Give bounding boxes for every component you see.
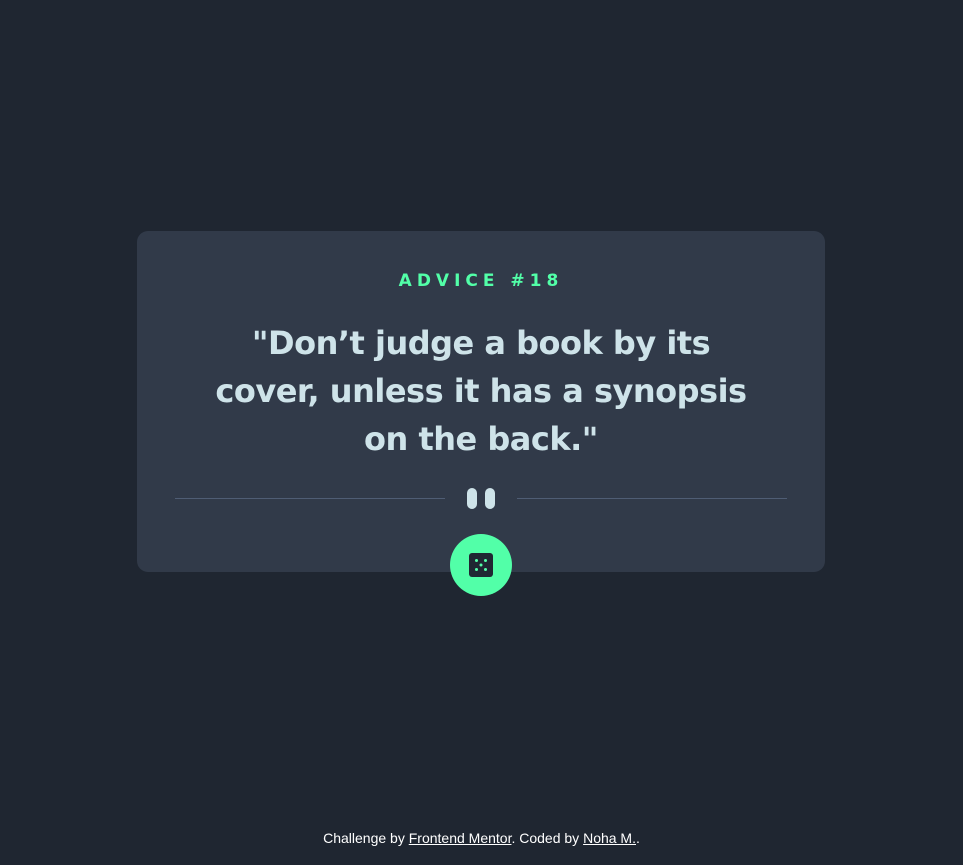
frontend-mentor-link[interactable]: Frontend Mentor	[409, 830, 512, 846]
author-link[interactable]: Noha M.	[583, 830, 636, 846]
pause-icon	[467, 488, 495, 509]
dice-icon	[469, 553, 493, 577]
advice-id: ADVICE #18	[398, 271, 564, 291]
divider-line-left	[175, 498, 445, 499]
attribution-footer: Challenge by Frontend Mentor. Coded by N…	[0, 829, 963, 847]
generate-advice-button[interactable]	[450, 534, 512, 596]
advice-quote: "Don’t judge a book by its cover, unless…	[215, 324, 747, 458]
divider-line-right	[517, 498, 787, 499]
footer-middle: . Coded by	[511, 830, 584, 846]
advice-card: ADVICE #18 "Don’t judge a book by its co…	[137, 231, 825, 572]
footer-prefix: Challenge by	[323, 830, 409, 846]
footer-suffix: .	[636, 830, 640, 846]
divider	[175, 487, 787, 510]
